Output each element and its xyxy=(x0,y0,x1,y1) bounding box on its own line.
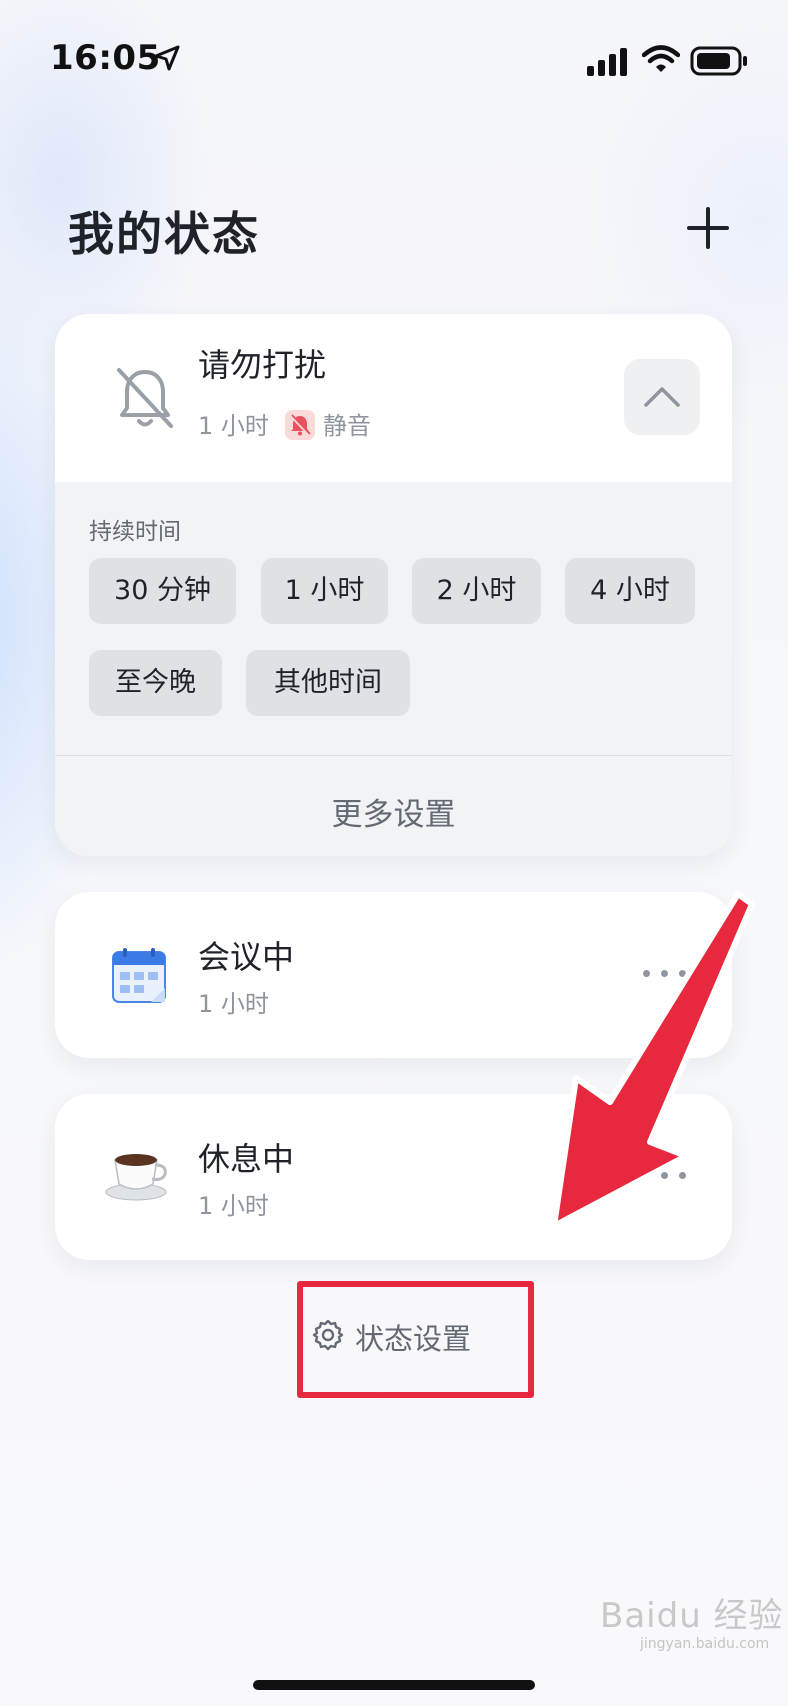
battery-icon xyxy=(690,46,747,76)
dnd-mode: 静音 xyxy=(323,412,371,440)
duration-label: 持续时间 xyxy=(89,519,181,545)
collapse-button[interactable] xyxy=(624,359,700,435)
watermark-url: jingyan.baidu.com xyxy=(640,1636,770,1652)
cellular-signal-icon xyxy=(587,48,627,76)
watermark-logo: Baidu 经验 xyxy=(600,1596,784,1636)
location-arrow-icon xyxy=(154,45,180,71)
dnd-title: 请勿打扰 xyxy=(198,346,327,384)
status-title-break: 休息中 xyxy=(198,1140,295,1178)
red-arrow-annotation xyxy=(551,891,755,1229)
status-time: 16:05 xyxy=(50,38,161,78)
more-settings-button[interactable]: 更多设置 xyxy=(55,774,732,856)
page-title: 我的状态 xyxy=(68,207,260,261)
status-duration-meeting: 1 小时 xyxy=(198,990,269,1018)
mute-bell-icon xyxy=(285,410,315,440)
dnd-header[interactable]: 请勿打扰 1 小时 静音 xyxy=(55,314,732,482)
duration-chip-1h[interactable]: 1 小时 xyxy=(261,558,388,624)
bell-off-icon xyxy=(117,368,173,428)
duration-chip-tonight[interactable]: 至今晚 xyxy=(89,650,222,716)
highlight-box xyxy=(297,1281,534,1398)
add-status-button[interactable] xyxy=(680,200,736,256)
chevron-up-icon xyxy=(644,387,680,407)
duration-chip-custom[interactable]: 其他时间 xyxy=(246,650,410,716)
status-duration-break: 1 小时 xyxy=(198,1192,269,1220)
divider xyxy=(55,755,732,756)
home-indicator[interactable] xyxy=(253,1680,535,1690)
duration-chip-2h[interactable]: 2 小时 xyxy=(412,558,541,624)
calendar-icon xyxy=(112,948,166,1003)
dnd-status-card: 请勿打扰 1 小时 静音 持续时间 30 分钟 1 小时 2 小时 4 小时 至… xyxy=(55,314,732,856)
wifi-icon xyxy=(642,45,680,72)
dnd-duration: 1 小时 xyxy=(198,412,269,440)
duration-chip-30min[interactable]: 30 分钟 xyxy=(89,558,236,624)
status-title-meeting: 会议中 xyxy=(198,938,295,976)
duration-chip-4h[interactable]: 4 小时 xyxy=(565,558,695,624)
coffee-cup-icon xyxy=(105,1154,167,1201)
